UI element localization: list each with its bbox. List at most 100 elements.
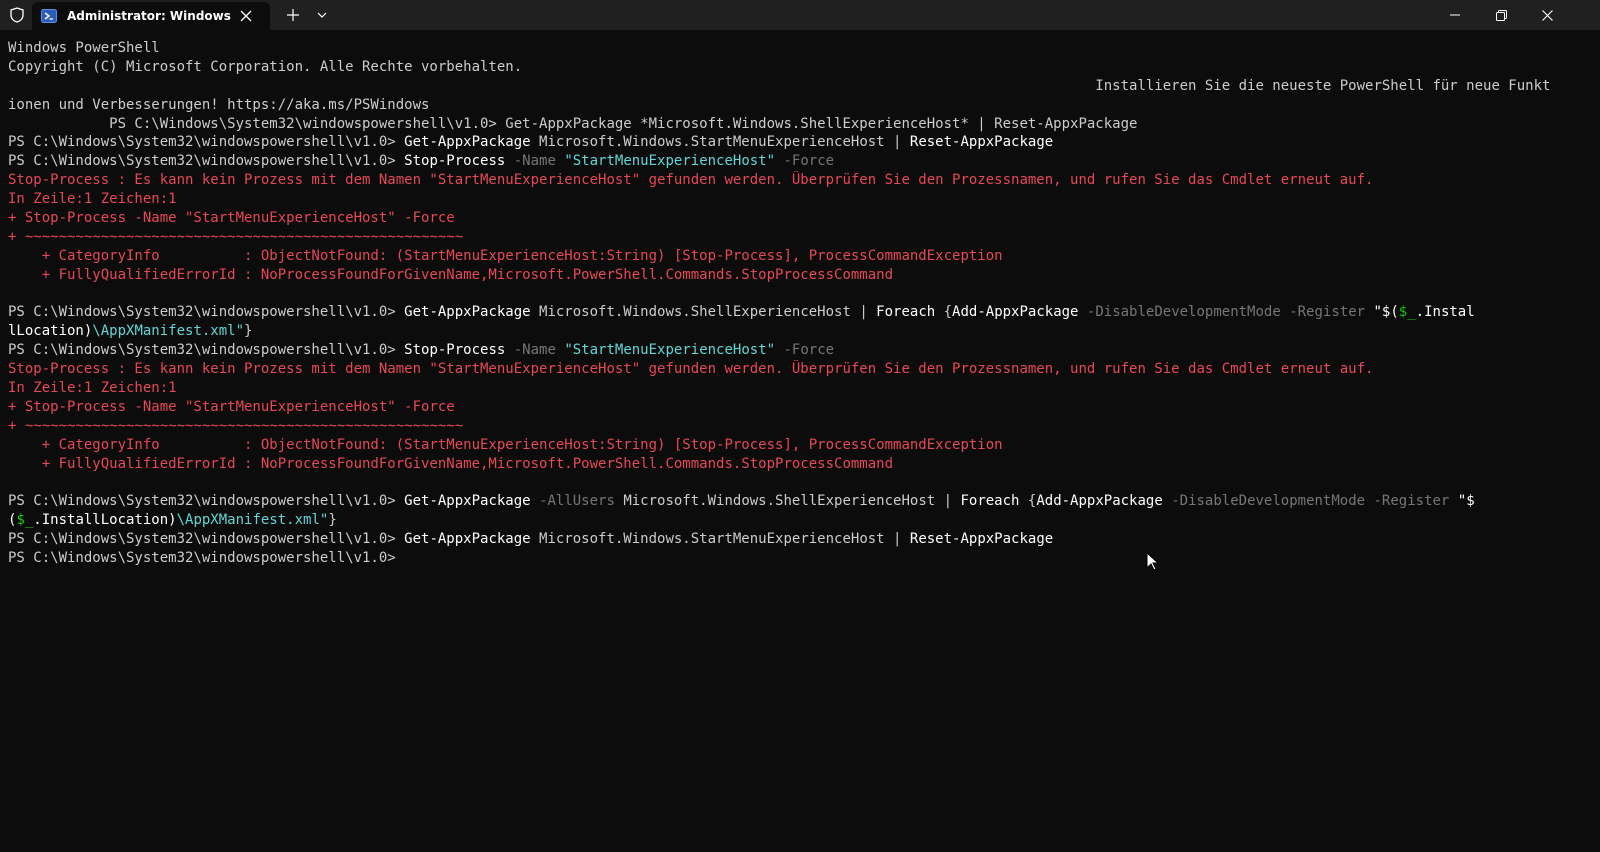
terminal-line: Stop-Process : Es kann kein Prozess mit … xyxy=(8,171,1592,190)
terminal-line: PS C:\Windows\System32\windowspowershell… xyxy=(8,152,1592,171)
terminal-line: PS C:\Windows\System32\windowspowershell… xyxy=(8,492,1592,511)
terminal-text: $_ xyxy=(16,512,34,529)
terminal-text: Get-AppxPackage xyxy=(404,493,531,510)
terminal-text: Microsoft.Windows.ShellExperienceHost | xyxy=(623,493,961,510)
terminal-line: + ~~~~~~~~~~~~~~~~~~~~~~~~~~~~~~~~~~~~~~… xyxy=(8,417,1592,436)
terminal-text: + CategoryInfo : ObjectNotFound: (StartM… xyxy=(8,247,1003,264)
terminal-text: + CategoryInfo : ObjectNotFound: (StartM… xyxy=(8,436,1003,453)
terminal-text: Reset-AppxPackage xyxy=(909,531,1054,548)
terminal-text: In Zeile:1 Zeichen:1 xyxy=(8,191,177,208)
terminal-line: In Zeile:1 Zeichen:1 xyxy=(8,190,1592,209)
terminal-text: Stop-Process : Es kann kein Prozess mit … xyxy=(8,361,1374,378)
terminal-line: PS C:\Windows\System32\windowspowershell… xyxy=(8,341,1592,360)
terminal-line: In Zeile:1 Zeichen:1 xyxy=(8,379,1592,398)
chevron-down-icon[interactable] xyxy=(310,0,334,30)
terminal-line: + ~~~~~~~~~~~~~~~~~~~~~~~~~~~~~~~~~~~~~~… xyxy=(8,228,1592,247)
terminal-text: Installieren Sie die neueste PowerShell … xyxy=(8,77,1551,94)
terminal-text: Foreach xyxy=(876,304,936,321)
title-bar: Administrator: Windows PowerShell xyxy=(0,0,1600,30)
minimize-icon[interactable] xyxy=(1432,0,1478,30)
terminal-text: Get-AppxPackage xyxy=(404,304,531,321)
restore-icon[interactable] xyxy=(1478,0,1524,30)
terminal-text: PS C:\Windows\System32\windowspowershell… xyxy=(8,493,405,510)
terminal-text: Foreach xyxy=(960,493,1020,510)
terminal-text: .Instal xyxy=(1415,304,1475,321)
terminal-line: lLocation)\AppXManifest.xml"} xyxy=(8,322,1592,341)
terminal-text: -AllUsers xyxy=(530,493,624,510)
terminal-text: Reset-AppxPackage xyxy=(909,134,1054,151)
terminal-line: ($_.InstallLocation)\AppXManifest.xml"} xyxy=(8,511,1592,530)
terminal-text: -DisableDevelopmentMode -Register xyxy=(1162,493,1458,510)
terminal-text: PS C:\Windows\System32\windowspowershell… xyxy=(8,531,405,548)
terminal-text: \AppXManifest.xml" xyxy=(176,512,329,529)
tab-title: Administrator: Windows PowerShell xyxy=(67,9,233,23)
mouse-pointer-icon xyxy=(1146,551,1160,576)
terminal-line: Installieren Sie die neueste PowerShell … xyxy=(8,77,1592,96)
terminal-text: "StartMenuExperienceHost" xyxy=(564,342,776,359)
terminal-text: lLocation) xyxy=(8,323,93,340)
terminal-text: -Name xyxy=(505,342,565,359)
terminal-text: "$ xyxy=(1457,493,1475,510)
plus-icon[interactable] xyxy=(280,0,306,30)
terminal-text: } xyxy=(244,323,253,340)
terminal-line: PS C:\Windows\System32\windowspowershell… xyxy=(8,530,1592,549)
terminal-text: -DisableDevelopmentMode -Register xyxy=(1078,304,1374,321)
close-window-icon[interactable] xyxy=(1524,0,1570,30)
terminal-text: Get-AppxPackage xyxy=(404,134,531,151)
terminal-line: Windows PowerShell xyxy=(8,39,1592,58)
tab-powershell[interactable]: Administrator: Windows PowerShell xyxy=(32,2,270,30)
terminal-text: { xyxy=(1019,493,1037,510)
terminal-text: Add-AppxPackage xyxy=(952,304,1079,321)
terminal-text: + ~~~~~~~~~~~~~~~~~~~~~~~~~~~~~~~~~~~~~~… xyxy=(8,228,464,245)
terminal-line: + Stop-Process -Name "StartMenuExperienc… xyxy=(8,398,1592,417)
terminal-line: PS C:\Windows\System32\windowspowershell… xyxy=(8,303,1592,322)
terminal-text: Stop-Process xyxy=(404,153,506,170)
terminal-text: PS C:\Windows\System32\windowspowershell… xyxy=(8,153,405,170)
terminal-text: Get-AppxPackage xyxy=(404,531,531,548)
terminal-text: Microsoft.Windows.StartMenuExperienceHos… xyxy=(530,531,910,548)
terminal-text: Add-AppxPackage xyxy=(1036,493,1163,510)
terminal-text: + FullyQualifiedErrorId : NoProcessFound… xyxy=(8,455,894,472)
terminal-text: -Force xyxy=(775,153,835,170)
terminal-output[interactable]: Windows PowerShell Copyright (C) Microsof… xyxy=(8,39,1592,568)
terminal-text: Stop-Process : Es kann kein Prozess mit … xyxy=(8,172,1374,189)
terminal-text: PS C:\Windows\System32\windowspowershell… xyxy=(8,115,1138,132)
terminal-text: $_ xyxy=(1398,304,1416,321)
terminal-text: PS C:\Windows\System32\windowspowershell… xyxy=(8,134,405,151)
terminal-line: PS C:\Windows\System32\windowspowershell… xyxy=(8,115,1592,134)
terminal-text: Copyright (C) Microsoft Corporation. All… xyxy=(8,58,523,75)
terminal-text: ionen und Verbesserungen! https://aka.ms… xyxy=(8,96,430,113)
terminal-text: } xyxy=(328,512,337,529)
terminal-text: In Zeile:1 Zeichen:1 xyxy=(8,380,177,397)
terminal-text: PS C:\Windows\System32\windowspowershell… xyxy=(8,304,405,321)
terminal-text: Stop-Process xyxy=(404,342,506,359)
terminal-text: -Name xyxy=(505,153,565,170)
terminal-line: Stop-Process : Es kann kein Prozess mit … xyxy=(8,360,1592,379)
terminal-line: PS C:\Windows\System32\windowspowershell… xyxy=(8,549,1592,568)
terminal-line: Copyright (C) Microsoft Corporation. All… xyxy=(8,58,1592,77)
terminal-line: + FullyQualifiedErrorId : NoProcessFound… xyxy=(8,266,1592,285)
terminal-line: + CategoryInfo : ObjectNotFound: (StartM… xyxy=(8,436,1592,455)
terminal-text: + ~~~~~~~~~~~~~~~~~~~~~~~~~~~~~~~~~~~~~~… xyxy=(8,417,464,434)
terminal-line: PS C:\Windows\System32\windowspowershell… xyxy=(8,133,1592,152)
terminal-text: Windows PowerShell xyxy=(8,40,160,56)
terminal-text: "$( xyxy=(1373,304,1399,321)
terminal-text: PS C:\Windows\System32\windowspowershell… xyxy=(8,342,405,359)
terminal-text: Microsoft.Windows.ShellExperienceHost | xyxy=(530,304,877,321)
terminal-text: + Stop-Process -Name "StartMenuExperienc… xyxy=(8,398,455,415)
terminal-line: + Stop-Process -Name "StartMenuExperienc… xyxy=(8,209,1592,228)
terminal-line: + FullyQualifiedErrorId : NoProcessFound… xyxy=(8,455,1592,474)
terminal-line: ionen und Verbesserungen! https://aka.ms… xyxy=(8,96,1592,115)
terminal-text: + FullyQualifiedErrorId : NoProcessFound… xyxy=(8,266,894,283)
terminal-text: { xyxy=(935,304,953,321)
terminal-text: "StartMenuExperienceHost" xyxy=(564,153,776,170)
shield-icon[interactable] xyxy=(0,0,34,30)
close-icon[interactable] xyxy=(235,5,257,27)
terminal-text: .InstallLocation) xyxy=(33,512,177,529)
terminal-text: -Force xyxy=(775,342,835,359)
terminal-text: \AppXManifest.xml" xyxy=(92,323,245,340)
terminal-text: PS C:\Windows\System32\windowspowershell… xyxy=(8,550,396,567)
powershell-icon xyxy=(41,8,57,24)
